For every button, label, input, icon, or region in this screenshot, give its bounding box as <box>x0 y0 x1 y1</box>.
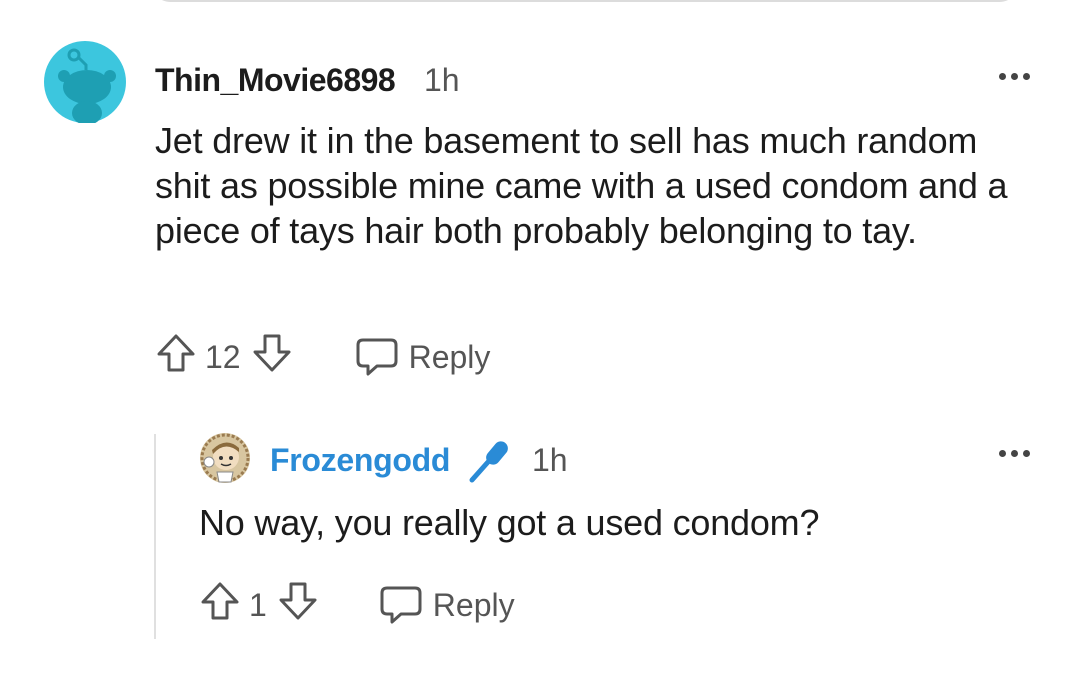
chat-bubble-icon <box>380 586 422 624</box>
comment-body: Jet drew it in the basement to sell has … <box>155 120 1008 251</box>
upvote-button[interactable] <box>155 332 197 382</box>
reply-button[interactable]: Reply <box>355 337 491 377</box>
comment-actions: 12 Reply <box>155 334 491 377</box>
more-icon <box>999 73 1030 80</box>
vote-score: 1 <box>249 586 267 623</box>
vote-score: 12 <box>205 338 241 375</box>
chat-bubble-icon <box>356 338 398 376</box>
reddit-snoo-avatar-icon <box>44 41 126 125</box>
more-icon <box>999 450 1030 457</box>
reply-actions: 1 Reply <box>199 582 515 625</box>
thread-line[interactable] <box>154 434 156 639</box>
downvote-arrow-icon <box>279 582 317 620</box>
upvote-arrow-icon <box>157 334 195 372</box>
upvote-arrow-icon <box>201 582 239 620</box>
upvote-button[interactable] <box>199 580 241 630</box>
comment-timestamp: 1h <box>424 62 460 98</box>
downvote-arrow-icon <box>253 334 291 372</box>
more-options-button[interactable] <box>999 73 1030 80</box>
downvote-button[interactable] <box>277 580 319 630</box>
comment-author[interactable]: Thin_Movie6898 <box>155 60 396 100</box>
downvote-button[interactable] <box>251 332 293 382</box>
reply-timestamp: 1h <box>532 442 568 478</box>
reply-body: No way, you really got a used condom? <box>199 502 820 543</box>
microphone-icon <box>466 438 514 486</box>
avatar[interactable] <box>44 41 126 125</box>
comment-thread: Thin_Movie6898 1h Jet drew it in the bas… <box>0 0 1080 675</box>
user-avatar-icon <box>200 433 250 483</box>
reply-label: Reply <box>432 586 515 623</box>
comment-input-box[interactable] <box>150 0 1020 2</box>
reply-button[interactable]: Reply <box>379 585 515 625</box>
reply-more-options-button[interactable] <box>999 450 1030 457</box>
reply-avatar[interactable] <box>199 432 251 484</box>
reply-label: Reply <box>408 338 491 375</box>
reply-author[interactable]: Frozengodd <box>270 440 450 480</box>
